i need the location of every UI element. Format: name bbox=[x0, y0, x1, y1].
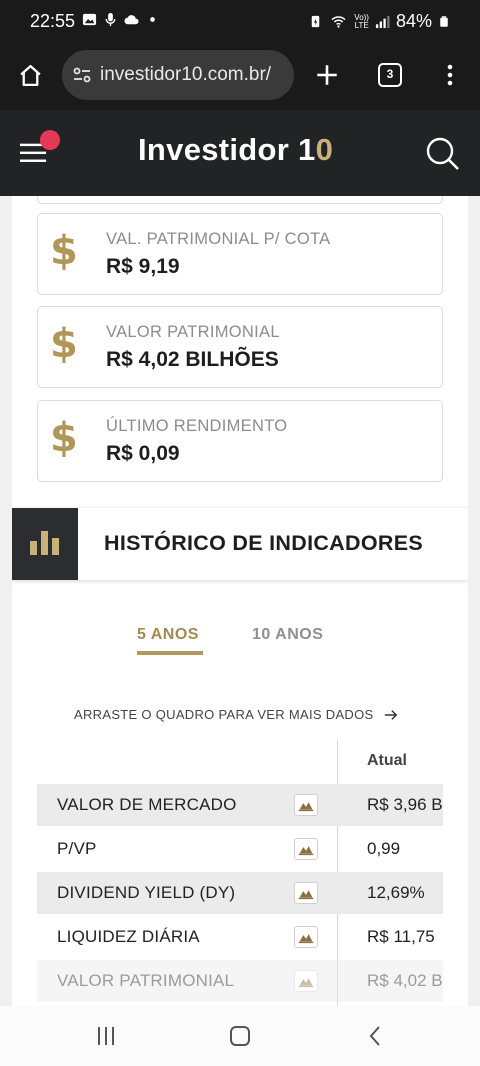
status-time: 22:55 bbox=[30, 11, 76, 31]
column-header-atual: Atual bbox=[367, 752, 407, 769]
card-label: VAL. PATRIMONIAL P/ COTA bbox=[106, 230, 331, 248]
back-icon[interactable] bbox=[364, 1024, 388, 1048]
card-value: R$ 0,09 bbox=[106, 442, 180, 465]
area-chart-icon[interactable] bbox=[294, 882, 318, 904]
row-value: 0,99 bbox=[367, 839, 401, 858]
arrow-right-icon bbox=[384, 709, 397, 720]
bar-chart-icon bbox=[30, 531, 59, 555]
search-icon[interactable] bbox=[425, 136, 461, 172]
cloud-icon bbox=[124, 15, 139, 25]
signal-icon bbox=[375, 15, 390, 29]
row-label: VALOR DE MERCADO bbox=[57, 795, 237, 814]
drag-hint: ARRASTE O QUADRO PARA VER MAIS DADOS bbox=[74, 707, 398, 722]
section-title: HISTÓRICO DE INDICADORES bbox=[104, 531, 423, 555]
site-logo[interactable]: Investidor 10 bbox=[138, 132, 333, 168]
new-tab-icon[interactable] bbox=[314, 62, 340, 88]
status-bar: 22:55 Vo)) LTE 84% bbox=[0, 0, 480, 42]
row-value: R$ 3,96 B bbox=[367, 795, 443, 814]
battery-icon bbox=[440, 16, 448, 27]
row-label: P/VP bbox=[57, 839, 97, 858]
url-text: investidor10.com.br/ bbox=[100, 64, 272, 85]
site-header: Investidor 10 bbox=[0, 110, 480, 196]
battery-percent: 84% bbox=[395, 11, 432, 31]
info-card: $ ÚLTIMO RENDIMENTO R$ 0,09 bbox=[37, 400, 443, 482]
url-bar[interactable]: investidor10.com.br/ bbox=[62, 50, 294, 100]
card-label: VALOR PATRIMONIAL bbox=[106, 323, 280, 341]
card-partial bbox=[37, 196, 443, 204]
info-card: $ VALOR PATRIMONIAL R$ 4,02 BILHÕES bbox=[37, 306, 443, 388]
volte-icon: Vo)) LTE bbox=[354, 12, 369, 30]
system-navigation-bar bbox=[0, 1006, 480, 1066]
dollar-icon: $ bbox=[50, 321, 78, 367]
area-chart-icon[interactable] bbox=[294, 970, 318, 992]
row-label: DIVIDEND YIELD (DY) bbox=[57, 883, 236, 902]
row-label: VALOR PATRIMONIAL bbox=[57, 971, 235, 990]
wifi-icon bbox=[331, 16, 346, 28]
table-row[interactable]: VALOR PATRIMONIAL R$ 4,02 B bbox=[37, 960, 443, 1002]
row-value: R$ 11,75 bbox=[367, 927, 435, 946]
table-row[interactable]: P/VP 0,99 bbox=[37, 828, 443, 870]
home-button-icon[interactable] bbox=[228, 1024, 252, 1048]
area-chart-icon[interactable] bbox=[294, 838, 318, 860]
status-notification-icons bbox=[82, 12, 160, 27]
home-icon[interactable] bbox=[18, 63, 43, 88]
dollar-icon: $ bbox=[50, 228, 78, 274]
card-value: R$ 4,02 BILHÕES bbox=[106, 348, 279, 371]
tab-10-anos[interactable]: 10 ANOS bbox=[252, 626, 323, 644]
battery-saver-icon bbox=[312, 15, 320, 28]
active-tab-indicator bbox=[137, 651, 203, 655]
tab-switcher-button[interactable]: 3 bbox=[378, 63, 402, 87]
notification-badge bbox=[40, 130, 60, 150]
recent-apps-icon[interactable] bbox=[94, 1024, 118, 1048]
gallery-icon bbox=[82, 13, 97, 26]
site-settings-icon[interactable] bbox=[70, 63, 94, 87]
card-value: R$ 9,19 bbox=[106, 255, 180, 278]
table-row[interactable]: DIVIDEND YIELD (DY) 12,69% bbox=[37, 872, 443, 914]
microphone-icon bbox=[105, 12, 116, 27]
tab-5-anos[interactable]: 5 ANOS bbox=[137, 626, 199, 644]
more-options-icon[interactable] bbox=[438, 62, 462, 88]
area-chart-icon[interactable] bbox=[294, 926, 318, 948]
row-value: R$ 4,02 B bbox=[367, 971, 443, 990]
dot-icon bbox=[150, 17, 155, 22]
row-value: 12,69% bbox=[367, 883, 425, 902]
status-right-icons: Vo)) LTE 84% bbox=[308, 11, 450, 32]
dollar-icon: $ bbox=[50, 415, 78, 461]
main-content: $ VAL. PATRIMONIAL P/ COTA R$ 9,19 $ VAL… bbox=[12, 196, 468, 1010]
area-chart-icon[interactable] bbox=[294, 794, 318, 816]
browser-toolbar: investidor10.com.br/ 3 bbox=[0, 42, 480, 110]
section-icon-box bbox=[12, 508, 78, 580]
table-row[interactable]: VALOR DE MERCADO R$ 3,96 B bbox=[37, 784, 443, 826]
table-row[interactable]: LIQUIDEZ DIÁRIA R$ 11,75 bbox=[37, 916, 443, 958]
card-label: ÚLTIMO RENDIMENTO bbox=[106, 417, 288, 435]
section-header: HISTÓRICO DE INDICADORES bbox=[12, 508, 468, 580]
info-card: $ VAL. PATRIMONIAL P/ COTA R$ 9,19 bbox=[37, 213, 443, 295]
row-label: LIQUIDEZ DIÁRIA bbox=[57, 927, 200, 946]
